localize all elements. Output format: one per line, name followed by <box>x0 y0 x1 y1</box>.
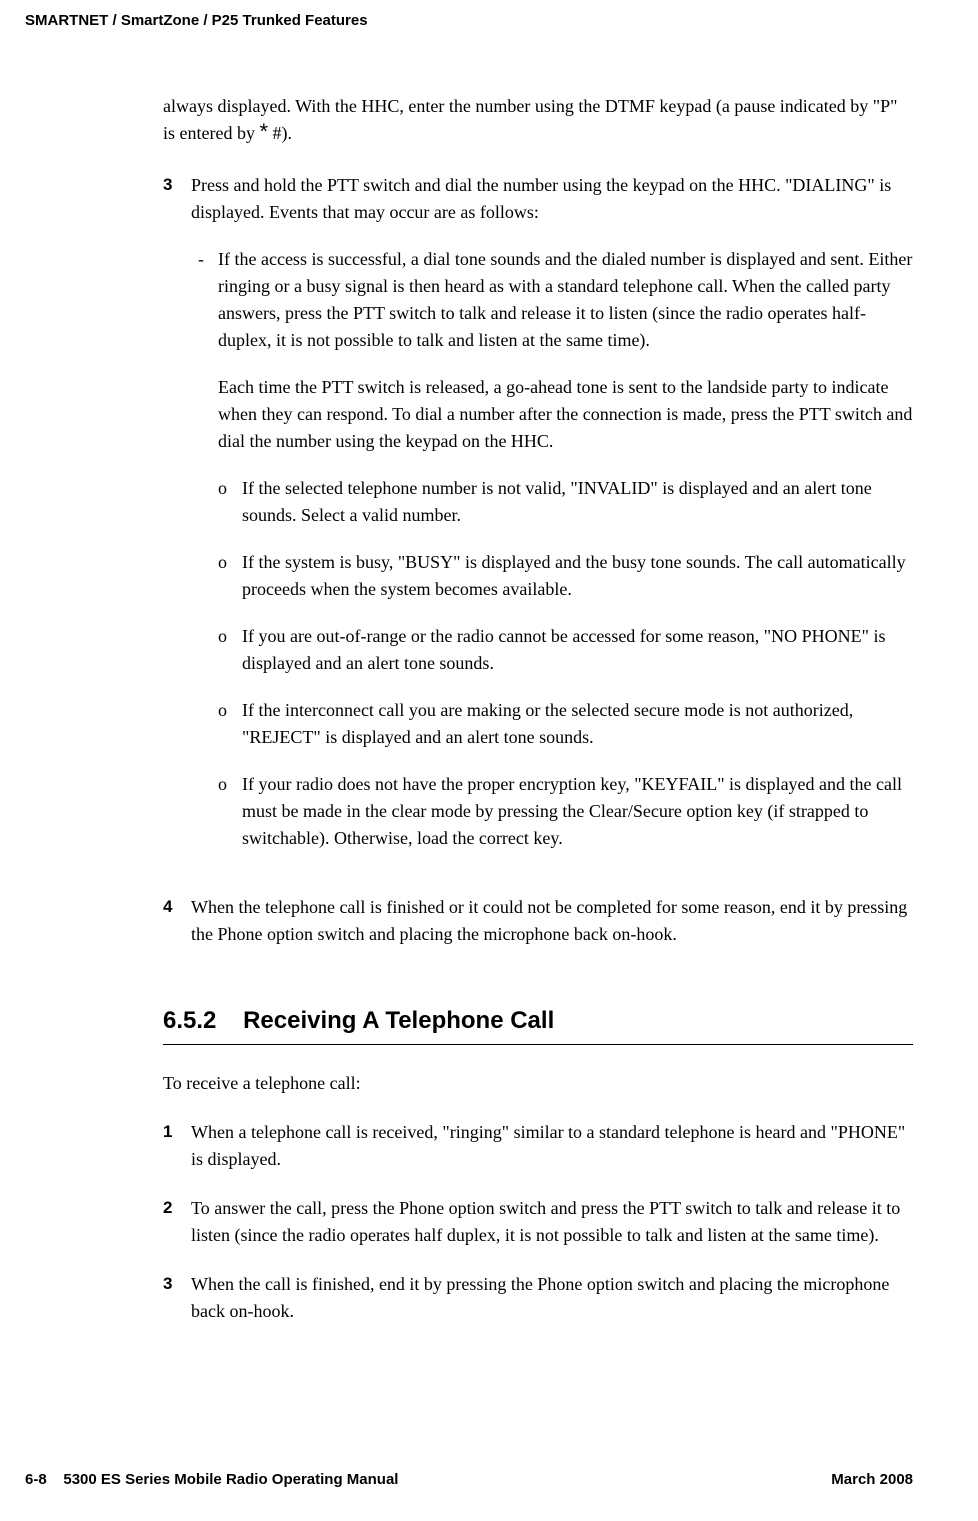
section-step-3: 3 When the call is finished, end it by p… <box>163 1271 913 1325</box>
step-number: 3 <box>163 1271 191 1325</box>
circle-item: o If the interconnect call you are makin… <box>218 697 913 751</box>
dash-item: - If the access is successful, a dial to… <box>198 246 913 354</box>
step-3: 3 Press and hold the PTT switch and dial… <box>163 172 913 872</box>
section-step-2: 2 To answer the call, press the Phone op… <box>163 1195 913 1249</box>
step-body: To answer the call, press the Phone opti… <box>191 1195 913 1249</box>
section-number: 6.5.2 <box>163 1007 216 1034</box>
section-step-1: 1 When a telephone call is received, "ri… <box>163 1119 913 1173</box>
asterisk-symbol: * <box>259 119 268 144</box>
circle-marker: o <box>218 771 242 852</box>
circle-marker: o <box>218 475 242 529</box>
page-content: always displayed. With the HHC, enter th… <box>163 93 913 1325</box>
step-number: 2 <box>163 1195 191 1249</box>
circle-item: o If the system is busy, "BUSY" is displ… <box>218 549 913 603</box>
circle-body: If the selected telephone number is not … <box>242 475 913 529</box>
step-body: When the telephone call is finished or i… <box>191 894 913 948</box>
circle-body: If you are out-of-range or the radio can… <box>242 623 913 677</box>
sub-paragraph: Each time the PTT switch is released, a … <box>218 374 913 455</box>
footer-manual-title: 5300 ES Series Mobile Radio Operating Ma… <box>63 1471 398 1488</box>
step-number: 4 <box>163 894 191 948</box>
circle-item: o If your radio does not have the proper… <box>218 771 913 852</box>
circle-body: If the interconnect call you are making … <box>242 697 913 751</box>
step-number: 3 <box>163 172 191 872</box>
circle-item: o If the selected telephone number is no… <box>218 475 913 529</box>
step-4: 4 When the telephone call is finished or… <box>163 894 913 948</box>
section-heading: 6.5.2 Receiving A Telephone Call <box>163 1003 913 1039</box>
footer-left: 6-8 5300 ES Series Mobile Radio Operatin… <box>25 1469 398 1492</box>
circle-body: If your radio does not have the proper e… <box>242 771 913 852</box>
section-title: Receiving A Telephone Call <box>243 1007 554 1034</box>
page-footer: 6-8 5300 ES Series Mobile Radio Operatin… <box>25 1469 913 1492</box>
step-body: When the call is finished, end it by pre… <box>191 1271 913 1325</box>
step-number: 1 <box>163 1119 191 1173</box>
circle-marker: o <box>218 623 242 677</box>
circle-marker: o <box>218 549 242 603</box>
circle-body: If the system is busy, "BUSY" is display… <box>242 549 913 603</box>
section-rule <box>163 1044 913 1045</box>
page-header: SMARTNET / SmartZone / P25 Trunked Featu… <box>25 10 913 33</box>
continuation-text-after: #). <box>268 123 292 143</box>
dash-body: If the access is successful, a dial tone… <box>218 246 913 354</box>
step-body: When a telephone call is received, "ring… <box>191 1119 913 1173</box>
dash-marker: - <box>198 246 218 354</box>
footer-right: March 2008 <box>831 1469 913 1492</box>
circle-marker: o <box>218 697 242 751</box>
section-intro: To receive a telephone call: <box>163 1070 913 1097</box>
step-body: Press and hold the PTT switch and dial t… <box>191 172 913 872</box>
step-intro-text: Press and hold the PTT switch and dial t… <box>191 172 913 226</box>
footer-page-number: 6-8 <box>25 1471 47 1488</box>
continuation-paragraph: always displayed. With the HHC, enter th… <box>163 93 913 147</box>
circle-item: o If you are out-of-range or the radio c… <box>218 623 913 677</box>
